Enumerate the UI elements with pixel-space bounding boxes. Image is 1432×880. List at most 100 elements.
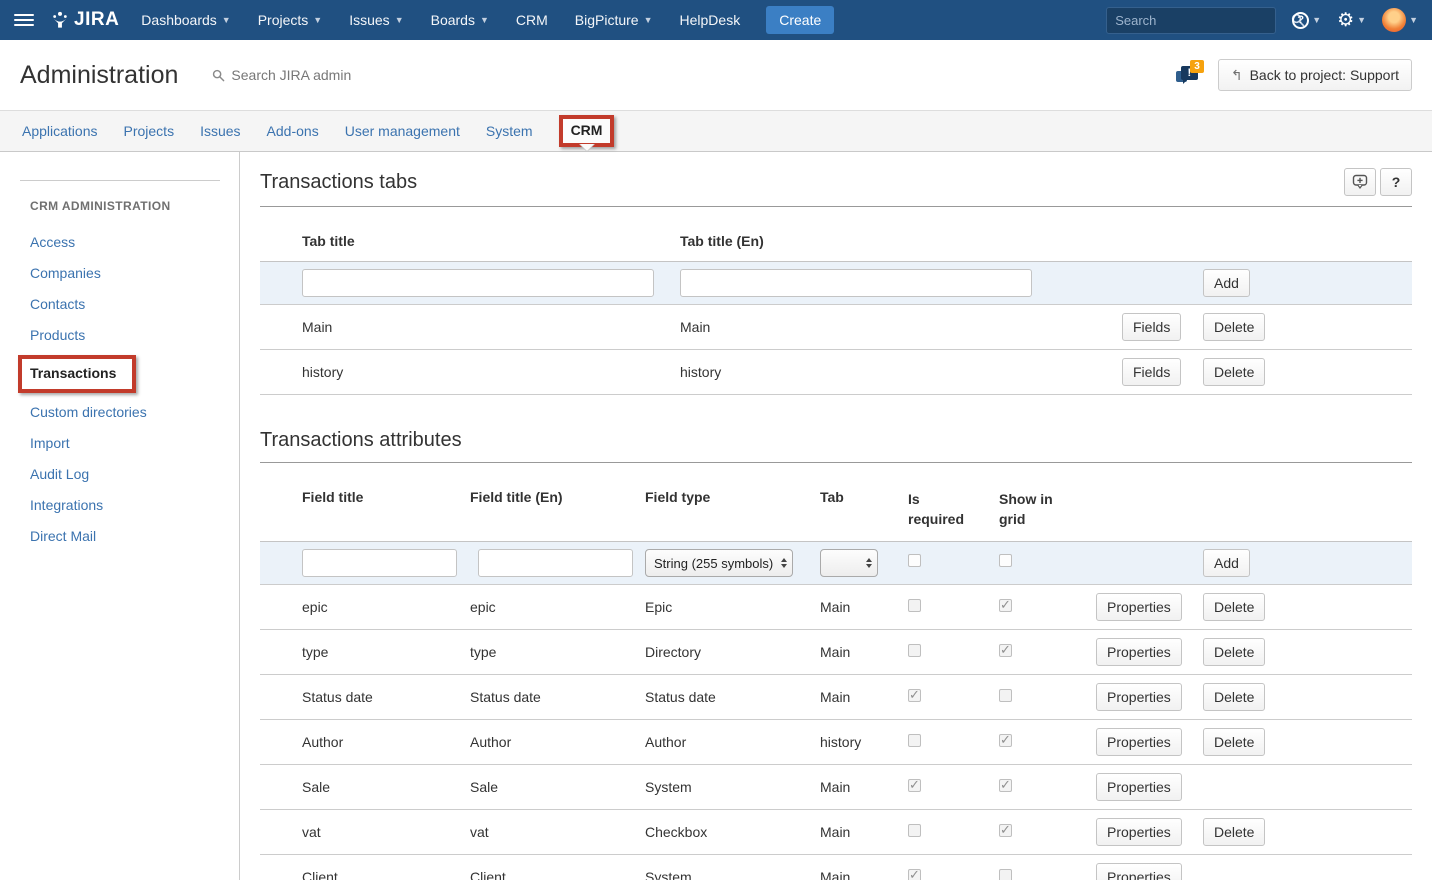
tab-applications[interactable]: Applications <box>22 123 98 139</box>
avatar <box>1382 8 1406 32</box>
admin-search-input[interactable] <box>231 67 451 83</box>
navbar-search[interactable] <box>1106 7 1276 34</box>
crm-admin-sidebar: CRM ADMINISTRATION AccessCompaniesContac… <box>0 152 240 880</box>
properties-button[interactable]: Properties <box>1096 773 1182 801</box>
fields-button[interactable]: Fields <box>1122 358 1181 386</box>
field-title-en-input[interactable] <box>478 549 633 577</box>
properties-button[interactable]: Properties <box>1096 728 1182 756</box>
help-button[interactable]: ? <box>1380 168 1412 196</box>
sidebar-row-companies: Companies <box>30 264 239 283</box>
tab-title-en-cell: history <box>672 364 1122 380</box>
sidebar-item-access[interactable]: Access <box>30 234 75 250</box>
add-tab-button[interactable]: Add <box>1203 269 1250 297</box>
tab-issues[interactable]: Issues <box>200 123 240 139</box>
nav-item-dashboards[interactable]: Dashboards▼ <box>141 12 230 28</box>
chevron-down-icon: ▼ <box>1409 15 1418 25</box>
tab-title-input[interactable] <box>302 269 654 297</box>
column-header-label: Field title <box>302 489 363 505</box>
tab-crm[interactable]: CRM <box>571 122 603 138</box>
tab-cell: Main <box>820 779 908 795</box>
field-title-input[interactable] <box>302 549 457 577</box>
nav-item-boards[interactable]: Boards▼ <box>431 12 489 28</box>
create-button[interactable]: Create <box>766 6 834 34</box>
properties-button[interactable]: Properties <box>1096 683 1182 711</box>
page-title: Administration <box>20 61 178 90</box>
magnifier-icon <box>212 69 225 82</box>
sidebar-item-products[interactable]: Products <box>30 327 85 343</box>
app-switcher-icon[interactable] <box>14 14 34 26</box>
field-title-en-cell: vat <box>470 824 645 840</box>
delete-button[interactable]: Delete <box>1203 683 1265 711</box>
field-type-cell: Author <box>645 734 820 750</box>
sidebar-row-custom-directories: Custom directories <box>30 403 239 422</box>
annotate-button[interactable] <box>1344 168 1376 196</box>
sidebar-item-import[interactable]: Import <box>30 435 70 451</box>
field-title-cell: type <box>294 644 470 660</box>
sidebar-item-custom-directories[interactable]: Custom directories <box>30 404 147 420</box>
tab-title-en-input[interactable] <box>680 269 1032 297</box>
chevron-down-icon: ▼ <box>480 15 489 25</box>
is-required-checkbox <box>908 689 921 702</box>
show-in-grid-checkbox[interactable] <box>999 554 1012 567</box>
delete-button[interactable]: Delete <box>1203 313 1265 341</box>
nav-item-crm[interactable]: CRM <box>516 12 548 28</box>
profile-menu[interactable]: ▼ <box>1382 8 1418 32</box>
select-spinner-icon <box>866 558 872 568</box>
fields-button[interactable]: Fields <box>1122 313 1181 341</box>
back-to-project-button[interactable]: ↰ Back to project: Support <box>1218 59 1412 91</box>
field-type-selected-value: String (255 symbols) <box>654 556 776 571</box>
navbar-search-input[interactable] <box>1115 13 1291 28</box>
select-spinner-icon <box>781 558 787 568</box>
tab-projects[interactable]: Projects <box>124 123 175 139</box>
is-required-checkbox[interactable] <box>908 554 921 567</box>
sidebar-item-contacts[interactable]: Contacts <box>30 296 85 312</box>
add-attribute-button[interactable]: Add <box>1203 549 1250 577</box>
settings-menu[interactable]: ⚙ ▼ <box>1337 11 1366 30</box>
table-row: epicepicEpicMainPropertiesDelete <box>260 585 1412 630</box>
properties-button[interactable]: Properties <box>1096 593 1182 621</box>
annotation-box-crm: CRM <box>559 115 615 147</box>
delete-button[interactable]: Delete <box>1203 358 1265 386</box>
tab-cell: Main <box>820 689 908 705</box>
show-in-grid-checkbox <box>999 644 1012 657</box>
properties-button[interactable]: Properties <box>1096 863 1182 880</box>
jira-logo-icon <box>50 10 70 30</box>
navbar-menu: Dashboards▼ Projects▼ Issues▼ Boards▼ CRM Big… <box>141 12 740 28</box>
tab-select[interactable] <box>820 549 878 577</box>
top-navbar: JIRA Dashboards▼ Projects▼ Issues▼ Boards▼ C… <box>0 0 1432 40</box>
tab-add-ons[interactable]: Add-ons <box>267 123 319 139</box>
sidebar-item-companies[interactable]: Companies <box>30 265 101 281</box>
properties-button[interactable]: Properties <box>1096 818 1182 846</box>
question-circle-icon: ? <box>1292 12 1309 29</box>
chevron-down-icon: ▼ <box>1312 15 1321 25</box>
feedback-bubble-icon[interactable]: ! 3 <box>1176 62 1204 88</box>
nav-item-issues[interactable]: Issues▼ <box>349 12 403 28</box>
field-type-select[interactable]: String (255 symbols) <box>645 549 793 577</box>
nav-item-bigpicture[interactable]: BigPicture▼ <box>575 12 653 28</box>
admin-search[interactable] <box>212 67 451 83</box>
sidebar-item-direct-mail[interactable]: Direct Mail <box>30 528 96 544</box>
delete-button[interactable]: Delete <box>1203 638 1265 666</box>
sidebar-item-audit-log[interactable]: Audit Log <box>30 466 89 482</box>
nav-item-projects[interactable]: Projects▼ <box>258 12 323 28</box>
field-type-cell: Directory <box>645 644 820 660</box>
table-row: historyhistoryFieldsDelete <box>260 350 1412 395</box>
sidebar-item-integrations[interactable]: Integrations <box>30 497 103 513</box>
jira-logo[interactable]: JIRA <box>50 9 119 31</box>
show-in-grid-checkbox <box>999 599 1012 612</box>
tab-user-management[interactable]: User management <box>345 123 460 139</box>
field-title-cell: Status date <box>294 689 470 705</box>
help-menu[interactable]: ? ▼ <box>1292 12 1321 29</box>
tab-system[interactable]: System <box>486 123 533 139</box>
properties-button[interactable]: Properties <box>1096 638 1182 666</box>
delete-button[interactable]: Delete <box>1203 593 1265 621</box>
column-header-label: Field title (En) <box>470 489 563 505</box>
sidebar-item-transactions[interactable]: Transactions <box>30 365 116 381</box>
delete-button[interactable]: Delete <box>1203 728 1265 756</box>
navbar-right: ? ▼ ⚙ ▼ ▼ <box>1106 7 1418 34</box>
column-header-field-title-en: Field title (En) <box>470 489 645 505</box>
nav-item-helpdesk[interactable]: HelpDesk <box>680 12 741 28</box>
chevron-down-icon: ▼ <box>644 15 653 25</box>
delete-button[interactable]: Delete <box>1203 818 1265 846</box>
show-in-grid-checkbox <box>999 869 1012 880</box>
